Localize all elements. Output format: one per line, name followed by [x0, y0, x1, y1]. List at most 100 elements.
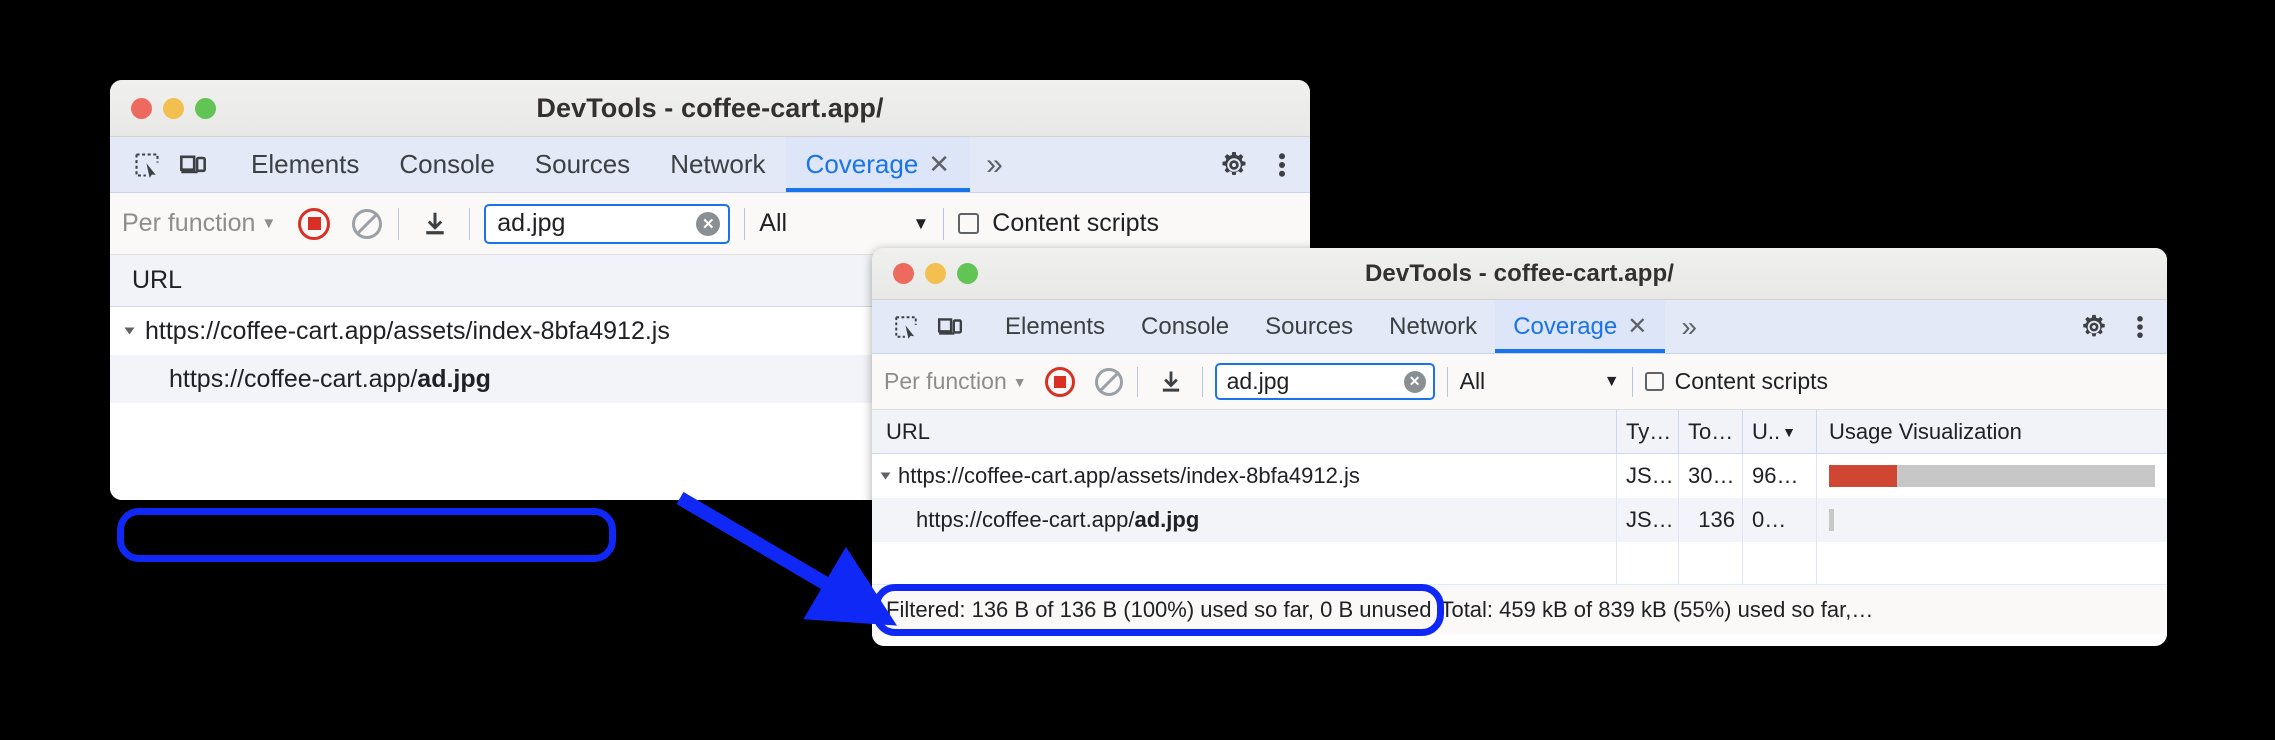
tab-label: Sources	[534, 149, 631, 179]
tab-label: Elements	[1005, 312, 1106, 340]
coverage-row-url-cell[interactable]: https://coffee-cart.app/ ad.jpg	[872, 498, 1617, 542]
column-header-url[interactable]: URL	[872, 410, 1617, 453]
column-header-label: U..	[1752, 418, 1781, 444]
tab-network[interactable]: Network	[650, 137, 785, 192]
tab-coverage[interactable]: Coverage ✕	[1495, 300, 1666, 353]
type-filter-label: All	[1459, 368, 1486, 394]
clear-filter-icon[interactable]: ✕	[1403, 370, 1426, 393]
content-scripts-checkbox[interactable]: Content scripts	[1644, 368, 1828, 395]
type-filter-label: All	[759, 209, 788, 237]
more-vertical-icon[interactable]	[2119, 300, 2167, 353]
coverage-mode-label: Per function	[884, 368, 1007, 394]
coverage-row-type-cell: JS…	[1617, 498, 1679, 542]
download-export-icon[interactable]	[1152, 368, 1190, 396]
checkbox-box[interactable]	[1644, 372, 1664, 391]
toolbar-divider-4-back	[943, 207, 945, 240]
coverage-row-url-cell[interactable]: https://coffee-cart.app/assets/index-8bf…	[872, 454, 1617, 498]
coverage-row-total-cell: 30…	[1679, 454, 1743, 498]
sort-descending-icon[interactable]: ▼	[1782, 424, 1796, 440]
tab-elements[interactable]: Elements	[987, 300, 1123, 353]
more-tabs-button[interactable]: »	[1665, 300, 1713, 353]
inspect-element-icon[interactable]	[124, 137, 170, 192]
filter-input-value: ad.jpg	[497, 209, 566, 237]
coverage-row-total-cell: 136	[1679, 498, 1743, 542]
tab-console[interactable]: Console	[1123, 300, 1247, 353]
clear-filter-icon[interactable]: ✕	[696, 211, 721, 236]
window-titlebar-front: DevTools - coffee-cart.app/	[872, 248, 2167, 300]
row-url-text: https://coffee-cart.app/assets/index-8bf…	[898, 463, 1360, 488]
coverage-mode-select[interactable]: Per function ▼	[884, 368, 1027, 395]
column-header-unused-bytes[interactable]: U.. ▼	[1743, 410, 1817, 453]
toolbar-divider-4-front	[1631, 366, 1633, 397]
tab-sources[interactable]: Sources	[515, 137, 650, 192]
window-title-front: DevTools - coffee-cart.app/	[1365, 259, 1674, 287]
device-toolbar-icon[interactable]	[170, 137, 216, 192]
column-header-usage-visualization[interactable]: Usage Visualization	[1817, 410, 2167, 453]
usage-bar-tiny	[1829, 509, 1834, 531]
tabstrip-tabs-front[interactable]: Elements Console Sources Network Coverag…	[987, 300, 1713, 353]
tab-label: Network	[1389, 312, 1478, 340]
tabstrip-tool-icons-back[interactable]	[124, 137, 231, 192]
checkbox-box[interactable]	[958, 213, 980, 234]
coverage-toolbar-front[interactable]: Per function ▼ ad.jpg ✕ All ▼ Content sc…	[872, 354, 2167, 410]
coverage-row-unused-cell: 96…	[1743, 454, 1817, 498]
tab-sources[interactable]: Sources	[1247, 300, 1371, 353]
tab-coverage[interactable]: Coverage ✕	[785, 137, 971, 192]
coverage-filter-input[interactable]: ad.jpg ✕	[484, 203, 731, 244]
record-stop-button[interactable]	[298, 207, 331, 240]
tab-label: Sources	[1265, 312, 1354, 340]
coverage-filter-input[interactable]: ad.jpg ✕	[1214, 363, 1435, 400]
type-filter-select[interactable]: All ▼	[1460, 368, 1620, 395]
expand-triangle-icon[interactable]	[880, 472, 891, 480]
tab-console[interactable]: Console	[379, 137, 514, 192]
coverage-grid-header-front[interactable]: URL Ty… To… U.. ▼ Usage Visualization	[872, 410, 2167, 454]
tab-label: Coverage	[1513, 312, 1618, 340]
close-icon[interactable]: ✕	[928, 149, 950, 180]
table-row[interactable]: https://coffee-cart.app/assets/index-8bf…	[872, 454, 2167, 498]
chevron-down-icon: ▼	[1603, 372, 1620, 390]
row-url-highlight: ad.jpg	[1134, 507, 1200, 532]
tab-label: Console	[1141, 312, 1230, 340]
row-url-text: https://coffee-cart.app/assets/index-8bf…	[145, 316, 670, 345]
record-stop-button[interactable]	[1044, 366, 1075, 397]
total-coverage-status-front: Total: 459 kB of 839 kB (55%) used so fa…	[1440, 596, 1874, 622]
tab-label: Network	[670, 149, 766, 179]
chevron-double-right-icon: »	[986, 147, 1003, 181]
close-icon[interactable]: ✕	[1627, 312, 1647, 341]
type-filter-select[interactable]: All ▼	[759, 209, 929, 238]
table-row[interactable]: https://coffee-cart.app/ ad.jpg JS… 136 …	[872, 498, 2167, 542]
devtools-tabstrip-back[interactable]: Elements Console Sources Network Coverag…	[110, 137, 1310, 193]
inspect-element-icon[interactable]	[884, 300, 928, 353]
filter-input-value: ad.jpg	[1226, 368, 1290, 394]
usage-bar	[1829, 465, 2155, 487]
download-export-icon[interactable]	[415, 209, 455, 239]
tabstrip-tool-icons-front[interactable]	[884, 300, 987, 353]
column-header-type[interactable]: Ty…	[1617, 410, 1679, 453]
coverage-row-type-cell: JS…	[1617, 454, 1679, 498]
tabstrip-right-front[interactable]	[2040, 300, 2167, 353]
clear-button[interactable]	[1094, 367, 1123, 396]
coverage-grid-empty-area-front	[872, 542, 2167, 584]
clear-button[interactable]	[352, 208, 383, 239]
coverage-toolbar-back[interactable]: Per function ▼ ad.jpg ✕ All ▼ Content sc…	[110, 193, 1310, 255]
expand-triangle-icon[interactable]	[124, 327, 135, 335]
more-tabs-button[interactable]: »	[970, 137, 1021, 192]
tab-elements[interactable]: Elements	[231, 137, 379, 192]
highlight-box-back-filtered-status	[117, 507, 617, 562]
tab-network[interactable]: Network	[1371, 300, 1495, 353]
tabstrip-right-back[interactable]	[1179, 137, 1310, 192]
coverage-mode-select[interactable]: Per function ▼	[122, 209, 276, 238]
device-toolbar-icon[interactable]	[928, 300, 972, 353]
more-vertical-icon[interactable]	[1260, 137, 1310, 192]
tabstrip-tabs-back[interactable]: Elements Console Sources Network Coverag…	[231, 137, 1021, 192]
column-header-total-bytes[interactable]: To…	[1679, 410, 1743, 453]
filtered-coverage-status-front: Filtered: 136 B of 136 B (100%) used so …	[886, 596, 1432, 622]
toolbar-divider-3-back	[744, 207, 746, 240]
gear-icon[interactable]	[1208, 137, 1260, 192]
coverage-row-usage-visualization	[1817, 454, 2167, 498]
gear-icon[interactable]	[2069, 300, 2119, 353]
content-scripts-checkbox[interactable]: Content scripts	[958, 209, 1159, 238]
chevron-down-icon: ▼	[261, 215, 277, 232]
devtools-window-front[interactable]: DevTools - coffee-cart.app/ Elements Con…	[872, 248, 2167, 646]
devtools-tabstrip-front[interactable]: Elements Console Sources Network Coverag…	[872, 300, 2167, 354]
